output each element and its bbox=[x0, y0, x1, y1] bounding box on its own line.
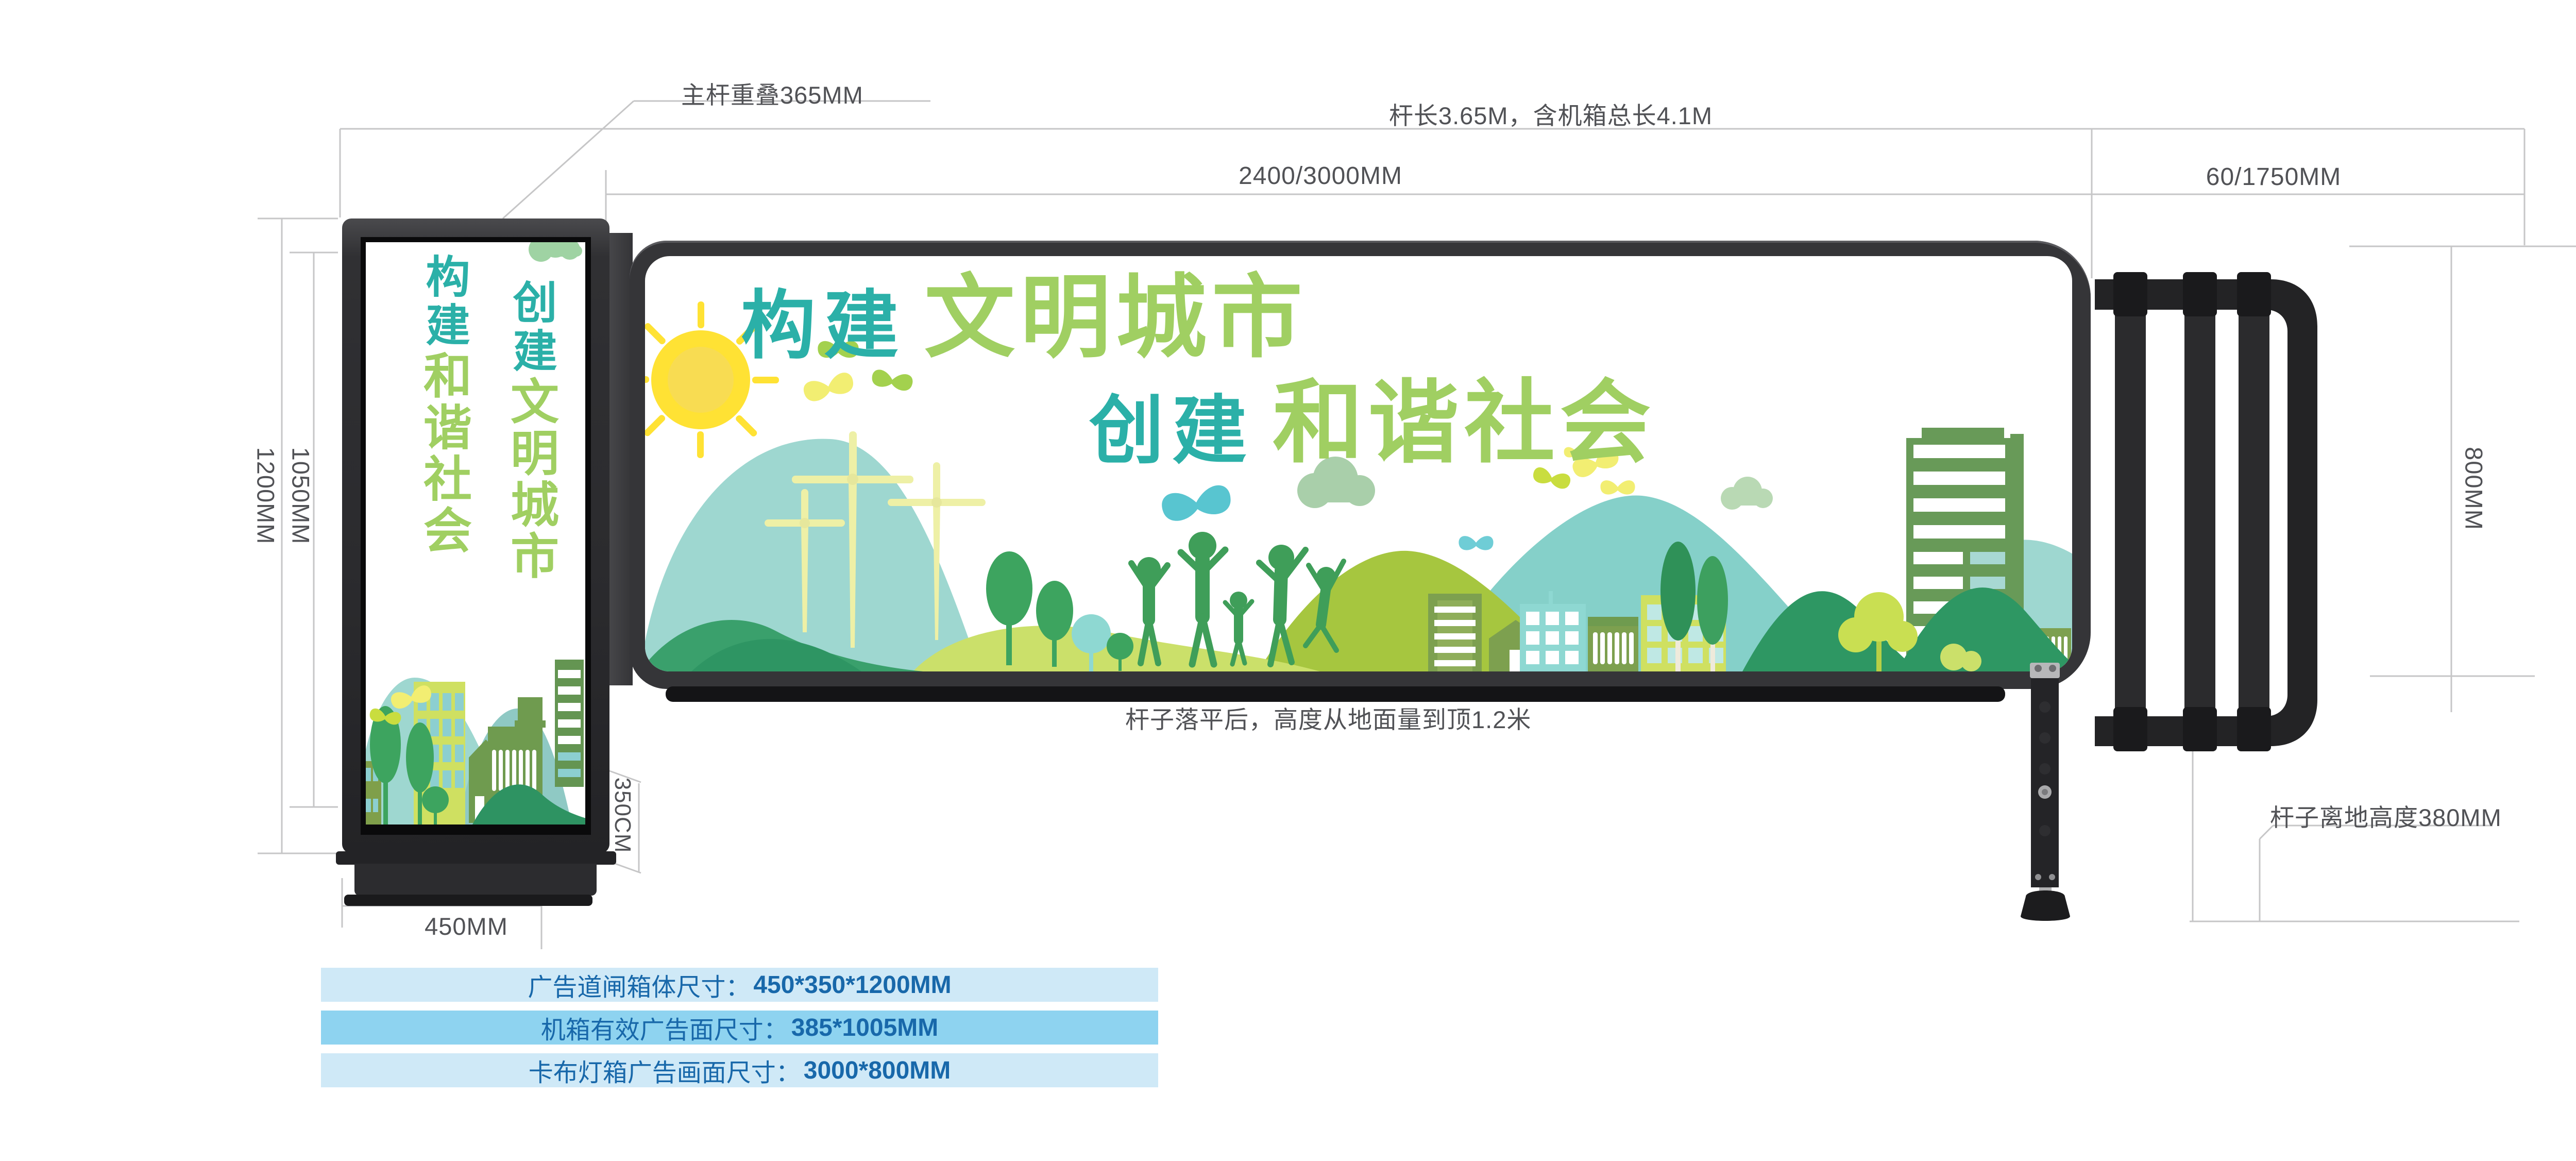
depth-label: 350CM bbox=[609, 778, 635, 853]
support-leg bbox=[2004, 661, 2087, 924]
spec-value: 385*1005MM bbox=[791, 1014, 939, 1042]
spec-row-ad-face-size: 机箱有效广告面尺寸：385*1005MM bbox=[321, 1011, 1158, 1045]
overlap-dimension-label: 主杆重叠365MM bbox=[681, 75, 863, 111]
slogan-2-rest: 和谐社会 bbox=[1273, 382, 1656, 465]
building-colonnade-1 bbox=[1588, 617, 1638, 671]
slogan-2-highlight: 创建 bbox=[1089, 397, 1255, 465]
banner-slogan-line-1: 构建 文明城市 bbox=[741, 278, 1308, 360]
spec-row-cabinet-size: 广告道闸箱体尺寸：450*350*1200MM bbox=[321, 968, 1158, 1002]
banner-ad-face: 构建 文明城市 创建 和谐社会 bbox=[645, 256, 2072, 671]
cabinet-base-flange bbox=[344, 895, 592, 906]
poster-col1-rest: 和谐社会 bbox=[417, 350, 471, 557]
spec-row-lightbox-size: 卡布灯箱广告画面尺寸：3000*800MM bbox=[321, 1053, 1158, 1087]
banner-slogan-line-2: 创建 和谐社会 bbox=[1089, 383, 1656, 465]
poster-tower bbox=[555, 660, 584, 787]
cloud-green-small bbox=[1721, 477, 1773, 510]
cabinet-ad-poster: 构建和谐社会 创建文明城市 bbox=[366, 242, 585, 825]
poster-col2-rest: 文明城市 bbox=[504, 376, 558, 582]
spec-label: 机箱有效广告面尺寸： bbox=[541, 1009, 788, 1046]
spec-label: 卡布灯箱广告画面尺寸： bbox=[529, 1052, 801, 1088]
spec-value: 450*350*1200MM bbox=[753, 971, 951, 999]
building-ladder-tower bbox=[1428, 594, 1482, 671]
poster-column-2: 创建文明城市 bbox=[506, 279, 555, 582]
poster-column-1: 构建和谐社会 bbox=[419, 254, 468, 557]
width-label: 450MM bbox=[425, 912, 508, 940]
barrier-gate-spec-diagram: 构建 文明城市 创建 和谐社会 bbox=[0, 0, 2576, 1161]
barrier-height-label: 800MM bbox=[2460, 447, 2488, 530]
poster-col1-highlight: 构建 bbox=[419, 254, 468, 350]
spec-value: 3000*800MM bbox=[804, 1056, 951, 1085]
spec-label: 广告道闸箱体尺寸： bbox=[528, 967, 750, 1003]
total-length-label: 杆长3.65M，含机箱总长4.1M bbox=[1389, 96, 1713, 131]
level-height-note: 杆子落平后，高度从地面量到顶1.2米 bbox=[1125, 700, 1531, 735]
slogan-1-rest: 文明城市 bbox=[924, 277, 1308, 360]
height-1200-label: 1200MM bbox=[252, 447, 280, 545]
end-fence-section bbox=[2091, 272, 2323, 751]
height-1050-label: 1050MM bbox=[287, 447, 315, 545]
span-dimension-label: 2400/3000MM bbox=[1239, 162, 1402, 190]
cabinet-base-lip bbox=[336, 851, 616, 865]
end-span-dimension-label: 60/1750MM bbox=[2206, 163, 2341, 191]
cabinet-base-block bbox=[354, 864, 597, 896]
poster-col2-highlight: 创建 bbox=[506, 279, 555, 376]
poster-cloud bbox=[529, 242, 582, 262]
ground-clearance-label: 杆子离地高度380MM bbox=[2270, 798, 2502, 833]
slogan-1-highlight: 构建 bbox=[741, 292, 907, 360]
arm-mounting-plate bbox=[607, 233, 633, 685]
